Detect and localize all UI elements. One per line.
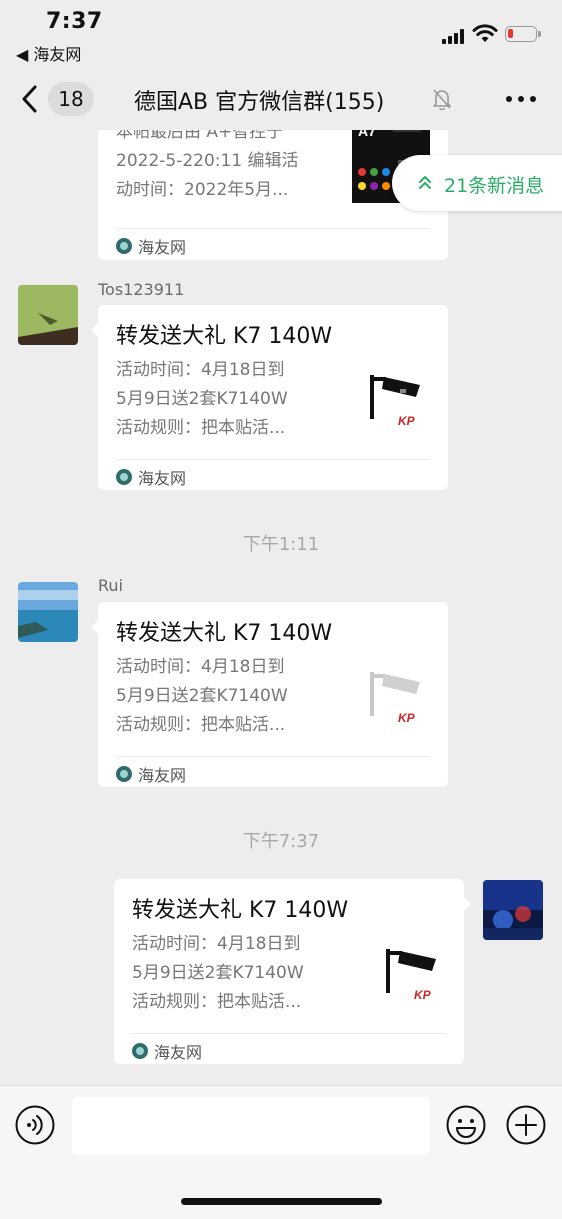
wifi-icon [472, 24, 498, 42]
bubble-tail [91, 323, 98, 337]
desc-line: 活动时间：4月18日到 [116, 657, 285, 677]
card-description: 活动时间：4月18日到 5月9日送2套K7140W 活动规则：把本贴活... [116, 356, 342, 443]
card-description: 本帖最后由 A+智控于 2022-5-220:11 编辑活 动时间：2022年5… [116, 130, 342, 205]
bubble-tail [91, 620, 98, 634]
home-indicator [181, 1198, 382, 1205]
plus-icon[interactable] [506, 1105, 546, 1145]
product-thumbnail: KP [360, 367, 430, 437]
my-avatar[interactable] [483, 880, 543, 940]
message-input[interactable] [72, 1097, 430, 1155]
product-thumbnail: KP [376, 941, 446, 1011]
desc-line: 2022-5-220:11 编辑活 [116, 151, 299, 171]
back-chevron-icon[interactable] [20, 84, 40, 114]
mute-bell-icon [433, 89, 451, 110]
card-title: 转发送大礼 K7 140W [132, 898, 349, 923]
message-timestamp: 下午1:11 [242, 534, 320, 555]
link-card[interactable]: 转发送大礼 K7 140W 活动时间：4月18日到 5月9日送2套K7140W … [114, 879, 471, 1064]
source-label: 海友网 [138, 238, 187, 257]
desc-line: 5月9日送2套K7140W [132, 963, 304, 983]
source-logo-icon [116, 238, 132, 254]
voice-icon[interactable] [15, 1105, 55, 1145]
desc-line: 活动规则：把本贴活... [116, 418, 286, 438]
card-description: 活动时间：4月18日到 5月9日送2套K7140W 活动规则：把本贴活... [116, 653, 342, 740]
avatar[interactable] [18, 582, 78, 642]
card-description: 活动时间：4月18日到 5月9日送2套K7140W 活动规则：把本贴活... [132, 930, 358, 1017]
new-messages-label: 21条新消息 [444, 175, 545, 197]
card-title: 转发送大礼 K7 140W [116, 324, 333, 349]
desc-line: 动时间：2022年5月... [116, 180, 289, 200]
new-messages-button[interactable]: 21条新消息 [392, 155, 562, 211]
source-logo-icon [116, 469, 132, 485]
message-list[interactable]: 本帖最后由 A+智控于 2022-5-220:11 编辑活 动时间：2022年5… [0, 130, 562, 1085]
svg-text:KP: KP [398, 414, 416, 428]
unread-count-badge[interactable]: 18 [48, 82, 94, 116]
desc-line: 活动规则：把本贴活... [116, 715, 286, 735]
link-card[interactable]: 转发送大礼 K7 140W 活动时间：4月18日到 5月9日送2套K7140W … [91, 305, 448, 490]
source-label: 海友网 [138, 766, 187, 785]
bubble-tail [464, 897, 471, 911]
card-separator [116, 459, 430, 460]
avatar[interactable] [18, 285, 78, 345]
card-source: 海友网 [116, 465, 186, 489]
emoji-icon[interactable] [446, 1105, 486, 1145]
signal-icon [442, 28, 468, 44]
message-timestamp: 下午7:37 [242, 831, 320, 852]
status-bar: 7:37 ◀ 海友网 [0, 0, 562, 70]
source-logo-icon [116, 766, 132, 782]
double-chevron-up-icon [419, 176, 431, 189]
svg-text:KP: KP [414, 988, 432, 1002]
status-time: 7:37 [46, 9, 103, 34]
desc-line: 本帖最后由 A+智控于 [116, 130, 284, 142]
chat-header: 18 德国AB 官方微信群(155) [0, 70, 562, 130]
card-separator [132, 1033, 446, 1034]
svg-text:KP: KP [398, 711, 416, 725]
more-icon[interactable] [506, 96, 536, 104]
source-label: 海友网 [138, 469, 187, 488]
card-title: 转发送大礼 K7 140W [116, 621, 333, 646]
card-source: 海友网 [116, 762, 186, 786]
svg-text:A7: A7 [358, 130, 376, 139]
desc-line: 活动规则：把本贴活... [132, 992, 302, 1012]
chat-title: 德国AB 官方微信群(155) [134, 90, 385, 115]
sender-name: Rui [98, 576, 123, 595]
card-separator [116, 756, 430, 757]
battery-icon [505, 26, 541, 42]
desc-line: 活动时间：4月18日到 [132, 934, 301, 954]
link-card[interactable]: 转发送大礼 K7 140W 活动时间：4月18日到 5月9日送2套K7140W … [91, 602, 448, 787]
card-source: 海友网 [116, 234, 186, 258]
source-label: 海友网 [154, 1043, 203, 1062]
desc-line: 5月9日送2套K7140W [116, 389, 288, 409]
card-separator [116, 228, 430, 229]
desc-line: 5月9日送2套K7140W [116, 686, 288, 706]
sender-name: Tos123911 [98, 280, 185, 299]
card-source: 海友网 [132, 1039, 202, 1063]
input-bar [0, 1085, 562, 1219]
back-to-app-link[interactable]: ◀ 海友网 [16, 41, 81, 65]
product-thumbnail: KP [360, 664, 430, 734]
source-logo-icon [132, 1043, 148, 1059]
desc-line: 活动时间：4月18日到 [116, 360, 285, 380]
